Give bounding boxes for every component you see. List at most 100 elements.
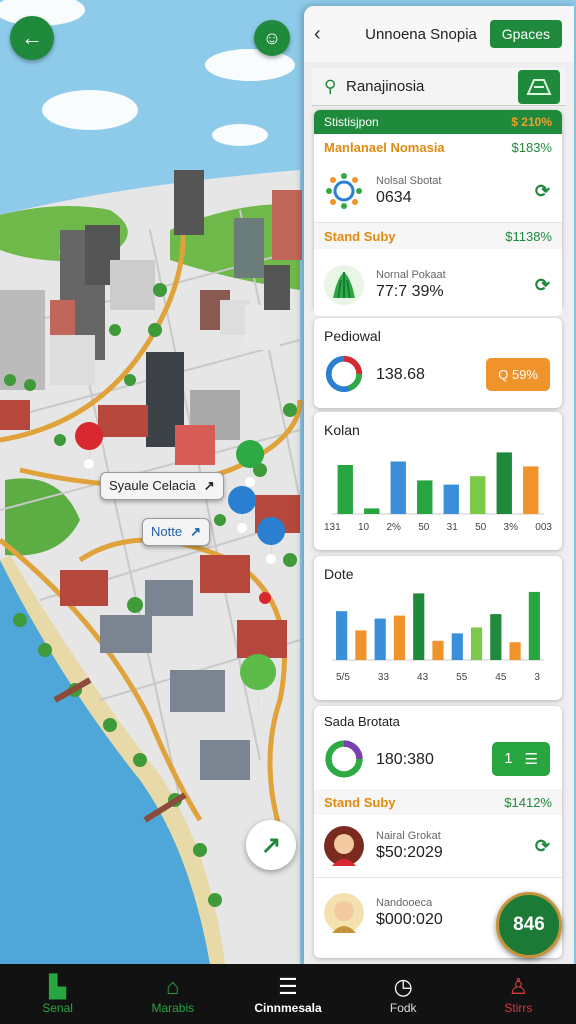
spaces-button[interactable]: Gpaces — [489, 20, 562, 48]
list-item[interactable]: Nairal Grokat $50:2029 ⟳ — [314, 815, 562, 877]
tick-label: 5/5 — [336, 672, 350, 683]
count-fab[interactable]: 846 — [496, 892, 562, 958]
list-icon: ☰ — [278, 974, 298, 999]
arrow-left-icon: ← — [21, 25, 43, 50]
chart-title: Dote — [324, 566, 354, 582]
list-icon: ☰ — [524, 751, 538, 768]
chart-bar — [470, 627, 483, 660]
nav-label: Fodk — [389, 1001, 417, 1015]
tick-label: 3% — [503, 522, 518, 533]
list-item[interactable]: Nornal Pokaat 77:7 39% ⟳ — [314, 254, 562, 316]
list-item[interactable]: Nolsal Sbotat 0634 ⟳ — [314, 160, 562, 222]
nav-label: Stirrs — [504, 1001, 533, 1015]
map-label-text: Notte — [151, 524, 183, 539]
chevron-left-icon[interactable]: ‹ — [314, 23, 342, 46]
chart-bar — [432, 640, 444, 660]
row-value: 0634 — [376, 189, 412, 206]
nav-label: Cinnmesala — [254, 1001, 322, 1015]
section-value: $ 210% — [511, 115, 552, 129]
profile-button[interactable]: ☺ — [254, 20, 290, 56]
tick-label: 50 — [418, 522, 430, 533]
bottom-nav: ▙ Senal ⌂ Marabis ☰ Cinnmesala ◷ Fodk ♙ Stirrs — [0, 964, 576, 1024]
chart-bar — [413, 593, 425, 660]
section-label: Stand Suby — [324, 794, 396, 810]
pediowal-card: Pediowal 138.68 Q 59% — [314, 318, 562, 408]
tick-label: 003 — [535, 522, 552, 533]
tick-label: 3 — [534, 672, 540, 683]
sun-flower-icon — [324, 171, 364, 211]
row-caption: Nairal Grokat — [376, 830, 441, 842]
tick-label: 2% — [386, 522, 401, 533]
row-caption: Nornal Pokaat — [376, 269, 446, 281]
dote-chart-card: Dote 5/5 33 43 55 45 3 — [314, 556, 562, 700]
refresh-icon[interactable]: ⟳ — [535, 836, 550, 857]
chart-bar — [364, 508, 380, 514]
compass-button[interactable]: ↗ — [246, 820, 296, 870]
map-label-text: Syaule Celacia — [109, 478, 196, 493]
tick-label: 45 — [495, 672, 507, 683]
list-badge-button[interactable]: 1 ☰ — [492, 742, 550, 776]
chart-bar — [509, 642, 521, 660]
chart-bar — [496, 452, 512, 514]
nav-item-fodk[interactable]: ◷ Fodk — [346, 964, 461, 1024]
card-title: Sada Brotata — [324, 714, 400, 729]
row-value: $50:2029 — [376, 844, 443, 861]
compass-arrow-icon: ↗ — [260, 831, 282, 859]
nav-item-cinnmesala[interactable]: ☰ Cinnmesala — [230, 964, 345, 1024]
search-value: Ranajinosia — [346, 78, 425, 95]
chart-bar — [417, 480, 433, 514]
section-header: Stistisjpon $ 210% — [314, 110, 562, 134]
card-title: Pediowal — [324, 328, 381, 344]
tick-label: 50 — [475, 522, 487, 533]
chart-axis: 131 10 2% 50 31 50 3% 003 — [324, 522, 552, 533]
list-item[interactable]: 180:380 1 ☰ — [314, 729, 562, 789]
nav-item-marabis[interactable]: ⌂ Marabis — [115, 964, 230, 1024]
section-label: Stistisjpon — [324, 115, 379, 129]
avatar — [324, 893, 364, 933]
navigate-icon: ↗ — [190, 524, 201, 539]
nav-item-senal[interactable]: ▙ Senal — [0, 964, 115, 1024]
person-icon: ♙ — [508, 974, 529, 999]
row-value: 180:380 — [376, 751, 434, 768]
list-item-card: Nornal Pokaat 77:7 39% ⟳ — [314, 254, 562, 316]
percent-badge[interactable]: Q 59% — [486, 357, 550, 391]
section-value: $1138% — [505, 228, 552, 244]
kolan-bar-chart — [332, 452, 544, 515]
plant-icon — [324, 265, 364, 305]
smile-icon: ☺ — [262, 27, 282, 48]
tick-label: 31 — [446, 522, 458, 533]
location-search[interactable]: ⚲ Ranajinosia — [312, 68, 566, 106]
nav-item-stirrs[interactable]: ♙ Stirrs — [461, 964, 576, 1024]
home-icon: ⌂ — [166, 974, 180, 999]
chart-bar — [443, 484, 459, 514]
chart-bar — [523, 466, 539, 514]
building-icon: ▙ — [49, 974, 67, 999]
map-label-notte[interactable]: Notte ↗ — [142, 518, 210, 546]
panel-header: ‹ Unnoena Snopia Gpaces — [304, 6, 574, 62]
side-panel: ‹ Unnoena Snopia Gpaces ⚲ Ranajinosia St… — [304, 6, 574, 964]
chart-bar — [355, 630, 367, 660]
map-toggle-button[interactable] — [518, 70, 560, 104]
section-header: Manlanael Nomasia $183% — [314, 134, 562, 160]
map-icon — [526, 79, 552, 95]
tick-label: 131 — [324, 522, 341, 533]
list-item[interactable]: 138.68 Q 59% — [314, 344, 562, 404]
map-label-syaule[interactable]: Syaule Celacia ↗ — [100, 472, 224, 500]
badge-count: 1 — [504, 750, 513, 767]
refresh-icon[interactable]: ⟳ — [535, 181, 550, 202]
navigate-icon: ↗ — [203, 478, 215, 493]
chart-title: Kolan — [324, 422, 360, 438]
chart-bar — [374, 618, 386, 660]
nav-label: Senal — [42, 1001, 73, 1015]
chart-bar — [393, 615, 406, 660]
refresh-icon[interactable]: ⟳ — [535, 275, 550, 296]
chart-bar — [470, 476, 486, 514]
chart-bar — [490, 614, 502, 660]
chart-bar — [337, 465, 353, 514]
section-header: Stand Suby $1412% — [314, 789, 562, 815]
nav-label: Marabis — [151, 1001, 195, 1015]
section-label: Manlanael Nomasia — [324, 139, 445, 155]
chart-bar — [528, 591, 540, 660]
donut-chart-icon — [324, 354, 364, 394]
back-button[interactable]: ← — [10, 16, 54, 60]
